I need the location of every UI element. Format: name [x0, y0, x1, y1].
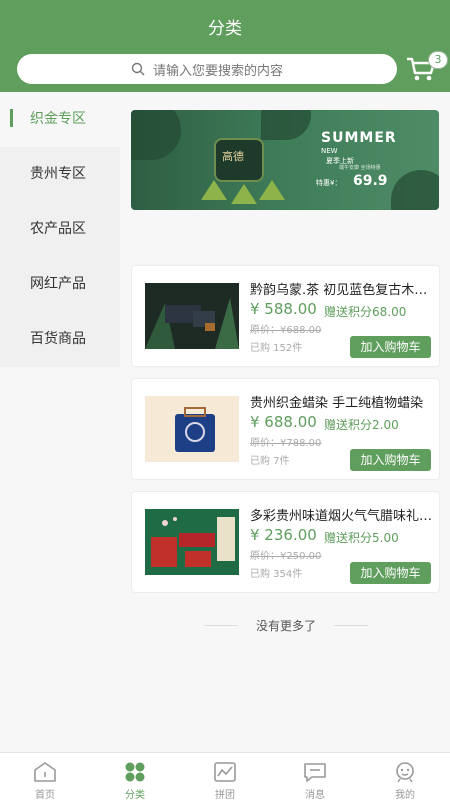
tab-home[interactable]: 首页 — [0, 753, 90, 800]
tab-profile-label: 我的 — [395, 790, 415, 800]
tab-group-buy[interactable]: 拼团 — [180, 753, 270, 800]
search-input[interactable]: 请输入您要搜索的内容 — [17, 54, 397, 84]
add-to-cart-button[interactable]: 加入购物车 — [350, 449, 431, 471]
home-icon — [34, 762, 56, 782]
product-card[interactable]: 多彩贵州味道烟火气气腊味礼盒装 ¥ 236.00 赠送积分5.00 原价：¥25… — [131, 491, 440, 593]
product-price: ¥ 588.00 — [250, 300, 317, 318]
product-original-price: 原价：¥688.00 — [250, 325, 322, 336]
search-icon — [131, 62, 145, 76]
product-price: ¥ 236.00 — [250, 526, 317, 544]
tab-profile[interactable]: 我的 — [360, 753, 450, 800]
tab-group-buy-label: 拼团 — [215, 790, 235, 800]
sidebar-item-influencer[interactable]: 网红产品 — [0, 257, 120, 312]
end-of-list-note: 没有更多了 — [204, 617, 368, 633]
product-points: 赠送积分2.00 — [324, 418, 399, 432]
page-title: 分类 — [208, 19, 242, 39]
product-card[interactable]: 黔韵乌蒙.茶 初见蓝色复古木盒装 ¥ 588.00 赠送积分68.00 原价：¥… — [131, 265, 440, 367]
banner-tag-secondary: 端午安康 全场特惠 — [339, 165, 381, 171]
product-sold-count: 已购 354件 — [250, 569, 303, 580]
bottom-tab-bar: 首页 分类 拼团 消息 我的 — [0, 752, 450, 800]
product-original-price: 原价：¥250.00 — [250, 551, 322, 562]
profile-icon — [396, 762, 414, 783]
product-image — [145, 509, 239, 575]
carousel-indicator — [401, 202, 417, 206]
zongzi-image — [231, 184, 257, 204]
zongzi-image — [259, 180, 285, 200]
category-sidebar: 织金专区 贵州专区 农产品区 网红产品 百货商品 — [0, 92, 120, 367]
category-icon — [125, 762, 145, 782]
sidebar-item-agriculture[interactable]: 农产品区 — [0, 202, 120, 257]
product-original-price: 原价：¥788.00 — [250, 438, 322, 449]
banner-title: SUMMER — [321, 130, 397, 146]
product-name: 黔韵乌蒙.茶 初见蓝色复古木盒装 — [250, 283, 434, 298]
cart-count-badge: 3 — [428, 51, 448, 69]
message-icon — [304, 763, 326, 782]
tab-category-label: 分类 — [125, 790, 145, 800]
promo-banner[interactable]: 高德 SUMMER NEW 夏季上新 端午安康 全场特惠 特惠¥： 69.9 — [131, 110, 439, 210]
product-image — [145, 396, 239, 462]
product-sold-count: 已购 7件 — [250, 456, 290, 467]
product-sold-count: 已购 152件 — [250, 343, 303, 354]
product-name: 贵州织金蜡染 手工纯植物蜡染 — [250, 396, 424, 411]
product-card[interactable]: 贵州织金蜡染 手工纯植物蜡染 ¥ 688.00 赠送积分2.00 原价：¥788… — [131, 378, 440, 480]
product-image — [145, 283, 239, 349]
leaf-decoration — [131, 110, 181, 160]
sidebar-item-general[interactable]: 百货商品 — [0, 312, 120, 367]
product-points: 赠送积分5.00 — [324, 531, 399, 545]
add-to-cart-button[interactable]: 加入购物车 — [350, 336, 431, 358]
product-name: 多彩贵州味道烟火气气腊味礼盒装 — [250, 509, 434, 524]
search-placeholder: 请输入您要搜索的内容 — [152, 63, 283, 79]
tab-home-label: 首页 — [35, 790, 55, 800]
banner-subtitle: NEW — [321, 147, 338, 155]
tab-messages-label: 消息 — [305, 790, 325, 800]
leaf-decoration — [261, 110, 311, 140]
product-price: ¥ 688.00 — [250, 413, 317, 431]
tab-messages[interactable]: 消息 — [270, 753, 360, 800]
header: 分类 请输入您要搜索的内容 3 — [0, 0, 450, 92]
zongzi-image — [201, 180, 227, 200]
banner-price-label: 特惠¥： — [316, 179, 342, 187]
group-buy-icon — [214, 762, 236, 782]
jar-label: 高德 — [222, 150, 244, 163]
add-to-cart-button[interactable]: 加入购物车 — [350, 562, 431, 584]
sidebar-item-zhijin[interactable]: 织金专区 — [0, 92, 120, 147]
banner-price: 69.9 — [353, 173, 388, 189]
product-points: 赠送积分68.00 — [324, 305, 407, 319]
tab-category[interactable]: 分类 — [90, 753, 180, 800]
sidebar-item-guizhou[interactable]: 贵州专区 — [0, 147, 120, 202]
